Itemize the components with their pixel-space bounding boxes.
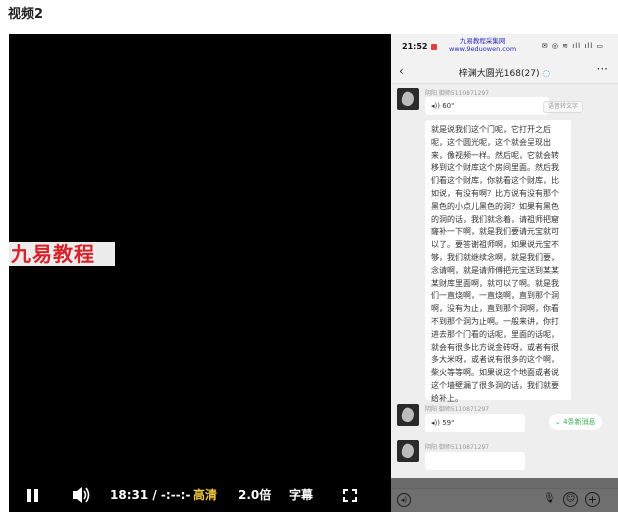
pause-icon[interactable] xyxy=(25,478,41,512)
more-icon[interactable]: ··· xyxy=(597,62,608,76)
watermark-banner: 九易教程 xyxy=(9,242,115,266)
status-bar: 21:52 ✉ ◎ ≋ ıll ıll ▭ 九易教程采集网 www.9eduow… xyxy=(391,34,618,60)
avatar[interactable] xyxy=(397,404,419,426)
status-icons: ✉ ◎ ≋ ıll ıll ▭ xyxy=(541,42,604,50)
message-sender: 阴阳 御师5110871297 xyxy=(425,444,490,451)
player-controls: 18:31 / -:--:- 高清 2.0倍 字幕 xyxy=(9,478,618,512)
avatar[interactable] xyxy=(397,440,419,462)
chat-bubble-icon: ◌ xyxy=(542,69,551,79)
text-message: 就是说我们这个门呢，它打开之后呢，这个圆光呢，这个就会呈现出来，像视频一样。然后… xyxy=(425,120,571,403)
overlay-watermark-line1: 九易教程采集网 xyxy=(459,37,506,45)
chat-title: 梓渊大圆光168(27) ◌ xyxy=(391,66,618,79)
subtitle-button[interactable]: 字幕 xyxy=(289,478,313,512)
down-arrow-icon: ⌄ xyxy=(555,418,561,426)
transcribe-button[interactable]: 语音转文字 xyxy=(543,101,584,113)
phone-screen: 21:52 ✉ ◎ ≋ ıll ıll ▭ 九易教程采集网 www.9eduow… xyxy=(391,34,618,512)
voice-icon: ◂)) xyxy=(431,102,440,110)
message-sender: 阴阳 御师5110871297 xyxy=(425,90,490,97)
chat-header: ‹ 梓渊大圆光168(27) ◌ ··· xyxy=(391,60,618,84)
overlay-watermark: 九易教程采集网 www.9eduowen.com xyxy=(449,37,516,53)
voice-duration: 59" xyxy=(442,419,455,427)
volume-icon[interactable] xyxy=(71,478,91,512)
chat-title-text: 梓渊大圆光168(27) xyxy=(458,69,540,79)
voice-icon: ◂)) xyxy=(431,419,440,427)
new-messages-label: 4条新消息 xyxy=(563,418,596,426)
overlay-watermark-line2: www.9eduowen.com xyxy=(449,45,517,53)
time-display: 18:31 / -:--:- xyxy=(110,488,191,502)
quality-button[interactable]: 高清 xyxy=(193,478,217,512)
voice-message[interactable]: ◂)) 60" xyxy=(425,97,549,115)
page-title: 视频2 xyxy=(8,7,44,22)
voice-message[interactable]: ◂)) 59" xyxy=(425,414,525,432)
avatar[interactable] xyxy=(397,88,419,110)
voice-message[interactable] xyxy=(425,452,525,470)
voice-duration: 60" xyxy=(442,102,455,110)
new-messages-button[interactable]: ⌄ 4条新消息 xyxy=(549,414,602,430)
notification-icon xyxy=(431,44,437,50)
status-time: 21:52 xyxy=(402,42,428,51)
speed-button[interactable]: 2.0倍 xyxy=(238,478,271,512)
video-player[interactable]: 九易教程 21:52 ✉ ◎ ≋ ıll ıll ▭ 九易教程采集网 www.9… xyxy=(9,34,618,512)
fullscreen-icon[interactable] xyxy=(343,478,357,512)
message-sender: 阴阳 御师5110871297 xyxy=(425,406,490,413)
